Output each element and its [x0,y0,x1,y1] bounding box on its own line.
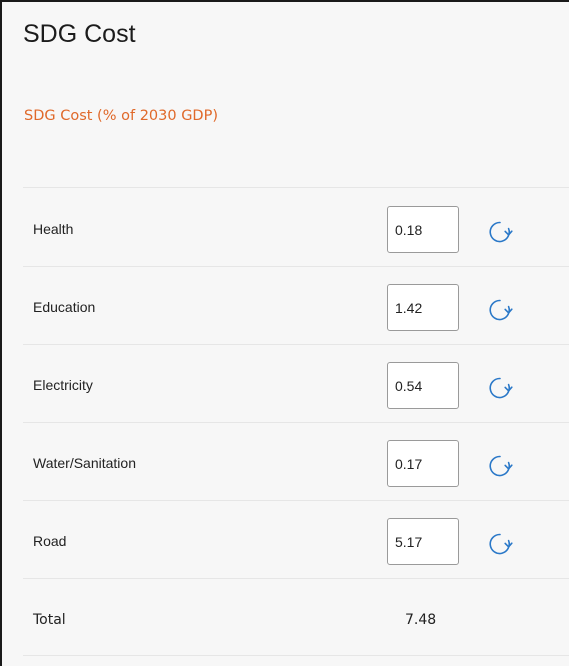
row-label-electricity: Electricity [33,377,93,393]
row-label-education: Education [33,299,96,315]
divider [23,578,569,579]
refresh-icon [489,221,513,243]
electricity-value-input[interactable] [387,362,459,409]
row-label-water-sanitation: Water/Sanitation [33,455,136,471]
water-sanitation-reset-button[interactable] [486,452,514,480]
panel-title: SDG Cost [23,20,136,48]
total-label: Total [33,612,66,628]
divider [23,187,569,188]
refresh-icon [489,377,513,399]
row-label-road: Road [33,533,67,549]
electricity-reset-button[interactable] [486,374,514,402]
sdg-cost-panel: SDG Cost SDG Cost (% of 2030 GDP) Health… [0,0,569,666]
road-reset-button[interactable] [486,530,514,558]
education-reset-button[interactable] [486,296,514,324]
divider [23,422,569,423]
divider [23,655,569,656]
refresh-icon [489,533,513,555]
total-value: 7.48 [405,612,437,628]
divider [23,500,569,501]
health-reset-button[interactable] [486,218,514,246]
health-value-input[interactable] [387,206,459,253]
road-value-input[interactable] [387,518,459,565]
row-label-health: Health [33,221,74,237]
divider [23,344,569,345]
education-value-input[interactable] [387,284,459,331]
refresh-icon [489,299,513,321]
refresh-icon [489,455,513,477]
water-sanitation-value-input[interactable] [387,440,459,487]
panel-subtitle: SDG Cost (% of 2030 GDP) [24,108,219,124]
divider [23,266,569,267]
